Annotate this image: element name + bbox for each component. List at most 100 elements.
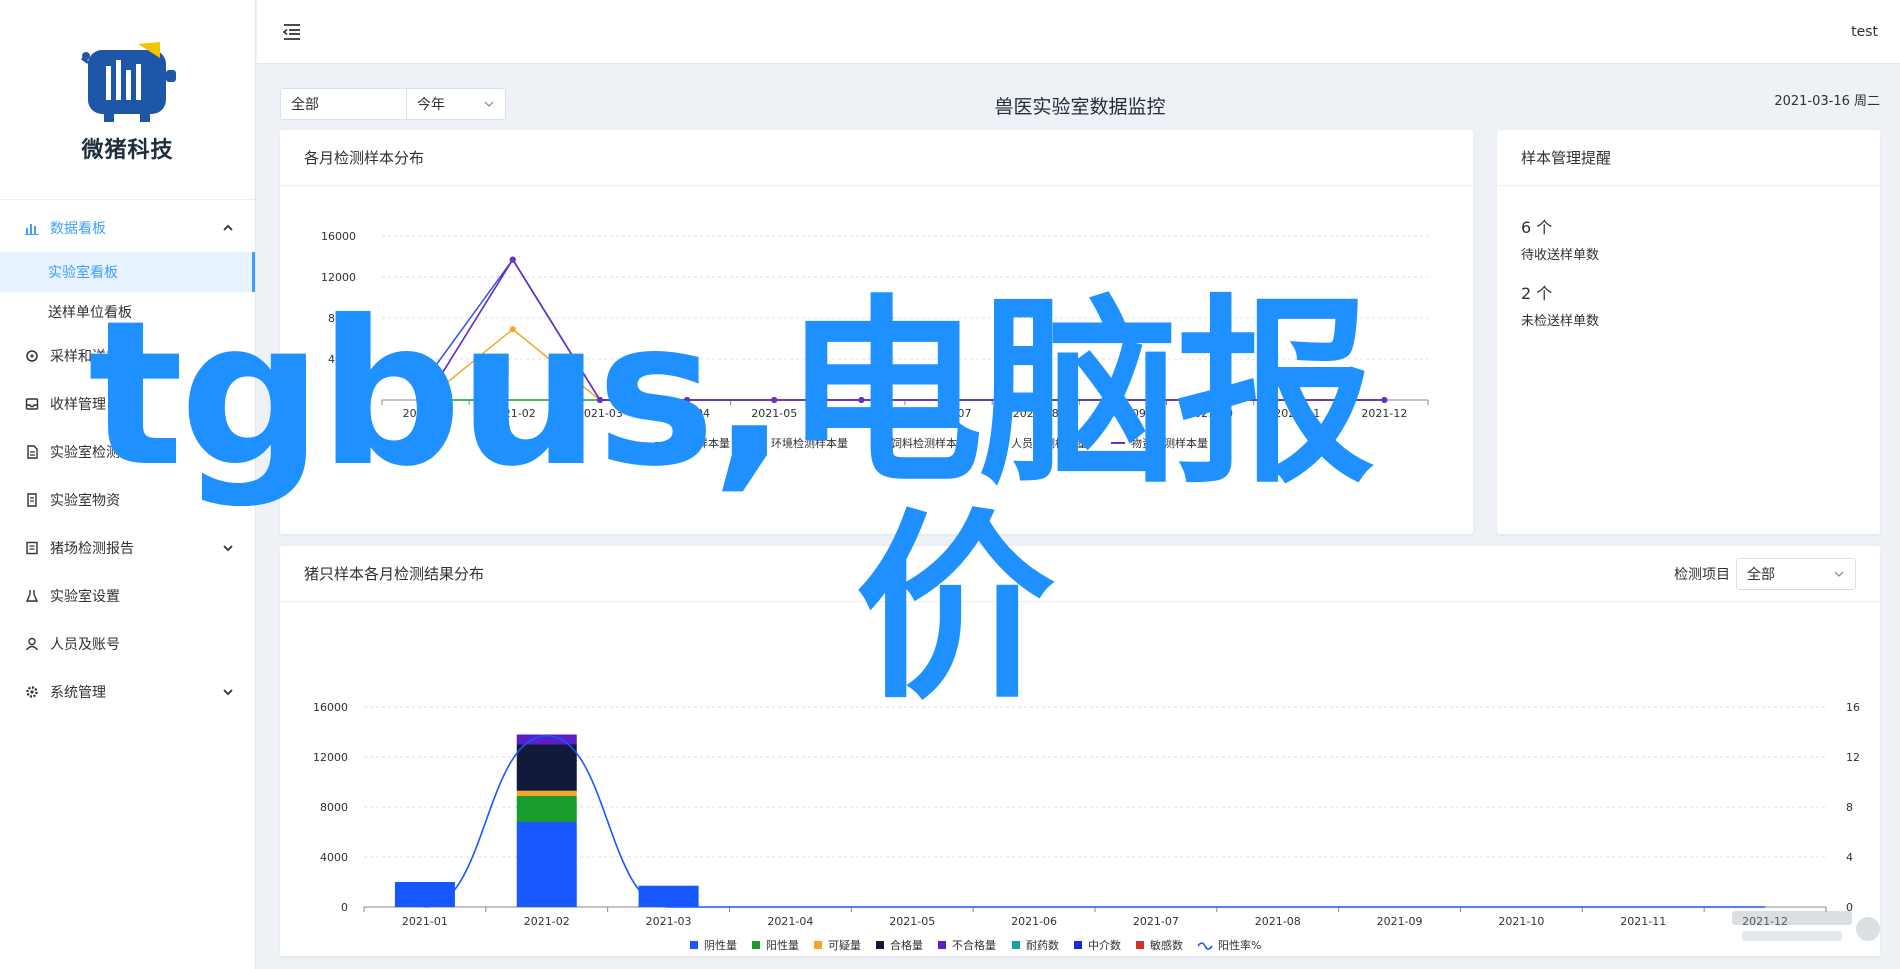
bar-segment: [516, 822, 577, 907]
pending-test-label: 未检送样单数: [1521, 314, 1600, 329]
logo[interactable]: 微猪科技: [0, 0, 255, 200]
sidebar-item-label: 人员及账号: [50, 637, 120, 653]
legend-swatch: [1197, 942, 1213, 950]
card-title: 各月检测样本分布: [280, 130, 1473, 186]
sidebar-item-system[interactable]: 系统管理: [0, 668, 255, 716]
sampling-icon: [24, 348, 40, 364]
overlay-watermark-text: tgbus,电脑报: [88, 278, 1375, 511]
pig-logo-icon: [80, 41, 176, 122]
card-title-text: 样本管理提醒: [1521, 149, 1612, 167]
lab-icon: [24, 588, 40, 604]
y-tick-label: 16000: [313, 701, 348, 714]
x-tick-label: 2021-08: [1255, 915, 1301, 928]
x-tick-label: 2021-03: [646, 915, 692, 928]
x-tick-label: 2021-09: [1377, 915, 1423, 928]
legend-swatch: [1074, 941, 1082, 949]
overlay-watermark-text-2: 价: [855, 493, 1056, 726]
y2-tick-label: 4: [1846, 851, 1853, 864]
filter-bar: 全部 今年 兽医实验室数据监控 2021-03-16 周二: [280, 88, 1880, 122]
sidebar-item-dashboard[interactable]: 数据看板: [0, 204, 255, 252]
legend-label: 耐药数: [1026, 939, 1059, 952]
reminder-list: 6 个 待收送样单数 2 个 未检送样单数: [1497, 186, 1880, 370]
card-title-text: 猪只样本各月检测结果分布: [304, 565, 485, 583]
sidebar-item-label: 系统管理: [50, 685, 106, 701]
legend-label: 敏感数: [1150, 938, 1183, 952]
legend-label: 可疑量: [828, 939, 861, 952]
inbox-icon: [24, 396, 40, 412]
chevron-up-icon: [221, 221, 235, 235]
user-name[interactable]: test: [1851, 24, 1878, 40]
chevron-down-icon: [1833, 568, 1845, 580]
legend-label: 阳性量: [766, 938, 799, 952]
y2-tick-label: 8: [1846, 801, 1853, 814]
bar-segment: [638, 885, 699, 907]
legend-label: 中介数: [1088, 939, 1121, 952]
y2-tick-label: 12: [1846, 751, 1860, 764]
pending-test-count[interactable]: 2 个: [1521, 280, 1856, 306]
sidebar-item-accounts[interactable]: 人员及账号: [0, 620, 255, 668]
brand-name: 微猪科技: [81, 137, 174, 163]
data-point: [509, 256, 516, 263]
y2-tick-label: 16: [1846, 701, 1860, 714]
sidebar-item-lab-settings[interactable]: 实验室设置: [0, 572, 255, 620]
sidebar-item-label: 数据看板: [50, 221, 106, 237]
legend-swatch: [938, 941, 946, 949]
positive-rate-line: [424, 734, 1766, 908]
page-title: 兽医实验室数据监控: [994, 96, 1166, 118]
legend-swatch: [752, 941, 760, 949]
x-tick-label: 2021-06: [1011, 915, 1057, 928]
test-item-label: 检测项目: [1674, 566, 1730, 583]
menu-fold-icon[interactable]: [281, 21, 303, 43]
bar-segment: [516, 744, 577, 791]
sidebar-item-farm-report[interactable]: 猪场检测报告: [0, 524, 255, 572]
sidebar-item-label: 猪场检测报告: [50, 541, 134, 557]
y-tick-label: 4000: [320, 851, 348, 864]
user-icon: [24, 636, 40, 652]
chevron-down-icon: [221, 685, 235, 699]
document-icon: [24, 444, 40, 460]
results-distribution-card: 猪只样本各月检测结果分布 检测项目 全部 0 4000 8000 12000 16000…: [280, 546, 1880, 956]
card-title: 猪只样本各月检测结果分布 检测项目 全部: [280, 546, 1880, 602]
pending-receive-label: 待收送样单数: [1521, 248, 1600, 263]
x-tick-label: 2021-11: [1620, 915, 1666, 928]
supplies-icon: [24, 492, 40, 508]
page-date: 2021-03-16 周二: [1774, 94, 1880, 109]
legend-swatch: [876, 941, 884, 949]
bar-segment: [394, 882, 455, 907]
bar-segment: [516, 790, 577, 796]
card-title-text: 各月检测样本分布: [304, 149, 425, 167]
test-item-select-value: 全部: [1747, 566, 1775, 583]
results-distribution-chart: 040008000120001600004812162021-01 2021-02…: [313, 701, 1860, 952]
legend-label: 阴性量: [704, 938, 737, 952]
y-tick-label: 8000: [320, 801, 348, 814]
top-bar: test: [257, 0, 1900, 64]
legend-label: 不合格量: [952, 938, 996, 952]
x-tick-label: 2021-10: [1498, 915, 1544, 928]
x-tick-label: 2021-05: [889, 915, 935, 928]
sidebar-item-label: 实验室设置: [50, 589, 120, 605]
x-tick-label: 2021-07: [1133, 915, 1179, 928]
data-point: [1381, 397, 1388, 403]
x-tick-label: 2021-01: [402, 915, 448, 928]
bar-segment: [516, 795, 577, 822]
corner-watermark-icon: [1732, 911, 1880, 941]
y-tick-label: 16000: [321, 230, 356, 243]
legend-label: 阳性率%: [1218, 938, 1261, 952]
chevron-down-icon: [221, 541, 235, 555]
sample-reminder-card: 样本管理提醒 6 个 待收送样单数 2 个 未检送样单数: [1497, 130, 1880, 534]
y-tick-label: 12000: [313, 751, 348, 764]
test-item-select[interactable]: 全部: [1736, 557, 1856, 590]
legend-swatch: [1012, 941, 1020, 949]
card-title: 样本管理提醒: [1497, 130, 1880, 186]
x-tick-label: 2021-04: [767, 915, 813, 928]
legend-swatch: [814, 941, 822, 949]
legend-swatch: [1136, 941, 1144, 949]
y-tick-label: 0: [341, 901, 348, 914]
gear-icon: [24, 684, 40, 700]
x-tick-label: 2021-02: [524, 915, 570, 928]
chart-icon: [24, 220, 40, 236]
legend-swatch: [690, 941, 698, 949]
pending-receive-count[interactable]: 6 个: [1521, 214, 1856, 240]
report-icon: [24, 540, 40, 556]
legend-label: 合格量: [890, 938, 923, 952]
